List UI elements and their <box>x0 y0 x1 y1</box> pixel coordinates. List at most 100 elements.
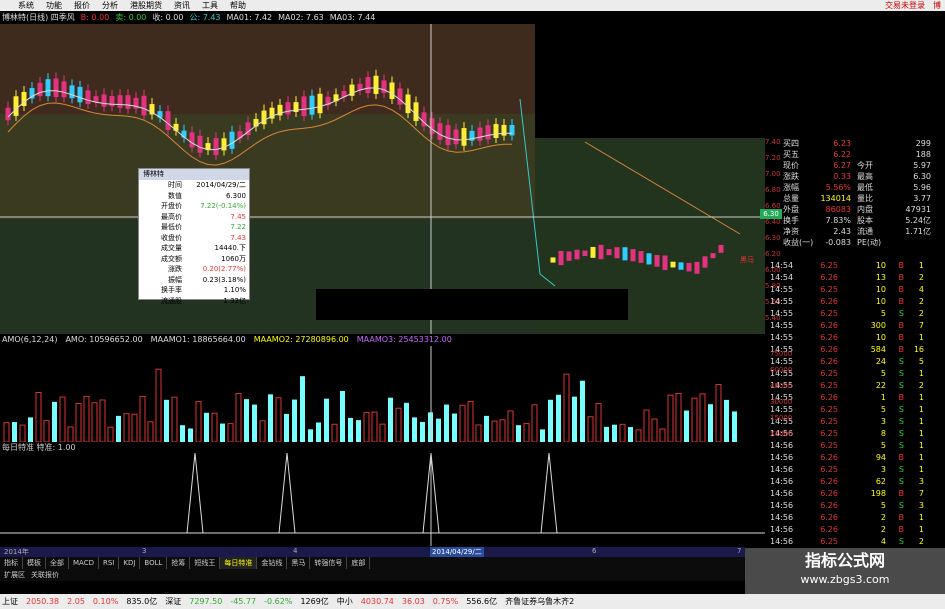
candle <box>590 246 596 258</box>
status-part-8: -0.62% <box>264 597 293 606</box>
tick-row: 14:55 6.25 5 S 1 <box>770 368 945 380</box>
tooltip-value: 0.23(3.18%) <box>202 275 246 284</box>
tick-flag: B <box>898 513 905 522</box>
menu-item-0[interactable]: 系统 <box>18 0 34 11</box>
volume-bar <box>292 399 297 442</box>
volume-chart[interactable] <box>0 346 765 442</box>
tick-time: 14:54 <box>770 273 794 282</box>
menubar-right-item-1[interactable]: 博 <box>933 0 941 11</box>
tab-3[interactable]: MACD <box>69 557 99 569</box>
tick-price: 6.26 <box>820 321 838 330</box>
quote-row: 外盘 86083 内盘 47931 <box>783 204 945 215</box>
tooltip-title: 博林特 <box>139 169 249 180</box>
quote-value: 134014 <box>820 194 851 203</box>
tick-count: 1 <box>918 465 924 474</box>
tick-volume: 1 <box>880 393 886 402</box>
bar-info-tooltip: 博林特 时间 2014/04/29/二 数值 6.300 开盘价 7.22(-0.14%)… <box>138 168 250 305</box>
tab-12[interactable]: 转强信号 <box>310 557 348 569</box>
volume-bar <box>412 417 417 442</box>
special-indicator-chart[interactable] <box>0 453 765 546</box>
tooltip-value: 2014/04/29/二 <box>196 181 246 189</box>
volume-bar <box>204 412 209 442</box>
tick-time: 14:56 <box>770 525 794 534</box>
volume-bar <box>300 376 305 442</box>
tooltip-row: 涨跌 0.20(2.77%) <box>139 264 249 275</box>
tick-count: 3 <box>918 477 924 486</box>
tick-row: 14:56 6.26 198 B 7 <box>770 488 945 500</box>
tick-count: 1 <box>918 513 924 522</box>
tooltip-key: 最高价 <box>161 212 182 221</box>
tick-row: 14:56 6.26 2 B 1 <box>770 512 945 524</box>
tick-detail-panel[interactable]: 14:54 6.25 10 B 1 14:54 6.26 13 B 2 14:55 6.25 10 B 4 1… <box>770 260 945 560</box>
volume-bar <box>180 425 185 442</box>
volume-bar <box>28 417 33 442</box>
tab-7[interactable]: 抢筹 <box>167 557 191 569</box>
tab-13[interactable]: 底部 <box>347 557 371 569</box>
tick-time: 14:55 <box>770 297 794 306</box>
tooltip-row: 数值 6.300 <box>139 191 249 202</box>
tick-flag: S <box>898 477 904 486</box>
info-part-4: 公: 7.43 <box>189 13 221 22</box>
volume-bar <box>556 394 561 442</box>
candle <box>606 249 612 256</box>
volume-bar <box>348 417 353 442</box>
tick-flag: B <box>898 453 905 462</box>
tab-4[interactable]: RSI <box>99 557 120 569</box>
tick-volume: 3 <box>880 465 886 474</box>
tab-9[interactable]: 每日特准 <box>220 557 258 569</box>
volume-bar <box>388 397 393 442</box>
status-part-13: 0.75% <box>432 597 459 606</box>
tick-flag: B <box>898 333 905 342</box>
menu-item-2[interactable]: 报价 <box>74 0 90 11</box>
volume-bar <box>604 426 609 442</box>
tick-volume: 3 <box>880 417 886 426</box>
status-part-6: 7297.50 <box>189 597 223 606</box>
menu-item-5[interactable]: 资讯 <box>174 0 190 11</box>
status-part-2: 2.05 <box>67 597 85 606</box>
price-tick: 6.20 <box>765 250 781 258</box>
tick-time: 14:56 <box>770 489 794 498</box>
quote-label-2: 量比 <box>857 194 873 203</box>
quote-label: 现价 <box>783 161 799 170</box>
tooltip-row: 时间 2014/04/29/二 <box>139 180 249 191</box>
tick-volume: 10 <box>875 261 886 270</box>
subtab-0[interactable]: 扩展区 <box>4 569 25 581</box>
tick-volume: 10 <box>875 297 886 306</box>
tab-1[interactable]: 模板 <box>23 557 46 569</box>
tab-0[interactable]: 指标 <box>0 557 23 569</box>
quote-label-2: PE(动) <box>857 238 882 247</box>
candlestick-chart[interactable]: 黑马 <box>0 24 765 334</box>
tab-6[interactable]: BOLL <box>140 557 168 569</box>
tick-flag: B <box>898 489 905 498</box>
info-part-6: MA02: 7.63 <box>278 13 324 22</box>
tick-time: 14:55 <box>770 309 794 318</box>
subtab-1[interactable]: 关联报价 <box>31 569 59 581</box>
candle <box>574 249 580 260</box>
tooltip-key: 换手率 <box>161 286 182 294</box>
tick-row: 14:55 6.26 10 B 1 <box>770 332 945 344</box>
menubar-right-item-0[interactable]: 交易未登录 <box>885 0 925 11</box>
tab-10[interactable]: 金钻线 <box>257 557 288 569</box>
quote-value-2: 6.30 <box>913 172 931 181</box>
info-part-5: MA01: 7.42 <box>226 13 273 22</box>
menu-item-1[interactable]: 功能 <box>46 0 62 11</box>
volume-bar <box>284 413 289 442</box>
candle <box>582 250 588 256</box>
quote-label: 净资 <box>783 227 799 236</box>
tooltip-key: 数值 <box>168 191 182 200</box>
quote-row: 换手 7.83% 股本 5.24亿 <box>783 215 945 226</box>
tab-8[interactable]: 短线王 <box>190 557 221 569</box>
tab-11[interactable]: 黑马 <box>287 557 311 569</box>
tab-2[interactable]: 全部 <box>46 557 69 569</box>
tick-flag: S <box>898 501 904 510</box>
tooltip-value: 7.22 <box>230 223 246 231</box>
volume-bar <box>684 410 689 442</box>
menu-item-3[interactable]: 分析 <box>102 0 118 11</box>
menu-item-7[interactable]: 帮助 <box>230 0 246 11</box>
tick-price: 6.25 <box>820 309 838 318</box>
amo-part-1: AMO: 10596652.00 <box>65 335 143 344</box>
tab-5[interactable]: KDJ <box>119 557 141 569</box>
menu-item-4[interactable]: 港股期货 <box>130 0 162 11</box>
volume-bar <box>164 399 169 442</box>
menu-item-6[interactable]: 工具 <box>202 0 218 11</box>
